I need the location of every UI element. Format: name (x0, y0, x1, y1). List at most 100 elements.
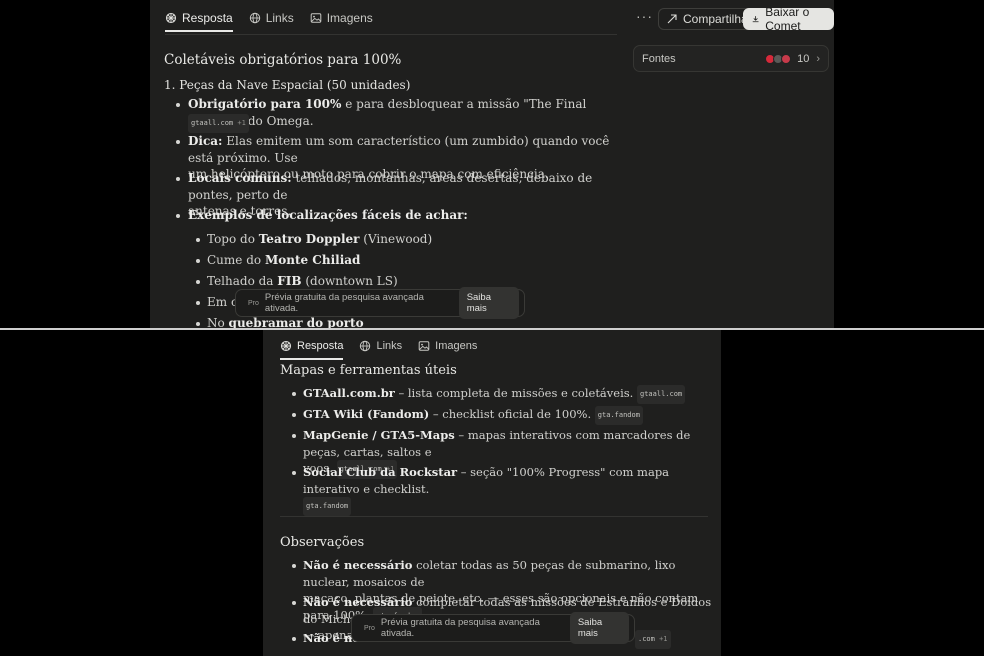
bottom-panel: Resposta Links Imagens Mapas e ferrament… (263, 330, 721, 656)
list-item-strong: Locais comuns: (188, 171, 292, 185)
tab-bar: Resposta Links Imagens (165, 11, 373, 32)
tab-label: Resposta (182, 11, 233, 25)
download-label: Baixar o Comet (765, 5, 810, 33)
sub-item-text: Cume do (207, 253, 265, 267)
list-item-strong: Exemplos de localizações fáceis de achar… (188, 208, 468, 222)
pro-badge: Pro (248, 299, 259, 307)
section-heading: Observações (280, 535, 365, 550)
sub-item-strong: Teatro Doppler (258, 232, 360, 246)
tab-links[interactable]: Links (249, 11, 294, 25)
section-heading: Mapas e ferramentas úteis (280, 363, 457, 378)
sub-item-text: Topo do (207, 232, 259, 246)
bullet (292, 637, 296, 641)
list-item-strong: Não é necessário (303, 558, 413, 572)
bullet (196, 259, 200, 263)
tab-bar: Resposta Links Imagens (280, 339, 477, 360)
list-item: GTAall.com.br – lista completa de missõe… (303, 385, 721, 404)
divider (165, 34, 617, 35)
list-item: Social Club da Rockstar – seção "100% Pr… (303, 464, 721, 516)
share-label: Compartilhar (683, 12, 752, 26)
sub-item-strong: Monte Chiliad (264, 253, 361, 267)
list-item-strong: Dica: (188, 134, 223, 148)
sub-item-text: (Vinewood) (359, 232, 433, 246)
divider (280, 516, 708, 517)
list-item: GTA Wiki (Fandom) – checklist oficial de… (303, 406, 721, 425)
image-icon (310, 13, 322, 23)
sources-button[interactable]: Fontes 10 › (633, 45, 829, 72)
tab-label: Resposta (297, 340, 344, 352)
bullet (196, 238, 200, 242)
sub-list-item: Telhado da FIB (downtown LS) (207, 273, 398, 290)
pro-preview-toast: Pro Prévia gratuita da pesquisa avançada… (351, 612, 635, 644)
bullet (292, 471, 296, 475)
tab-links[interactable]: Links (359, 339, 402, 353)
list-item-text: – checklist oficial de 100%. (429, 407, 592, 421)
citation-chip[interactable]: gtaall.com (637, 385, 686, 404)
bullet (196, 322, 200, 326)
tab-label: Links (376, 340, 403, 352)
bullet (196, 280, 200, 284)
sparkle-icon (165, 12, 177, 24)
tab-resposta[interactable]: Resposta (165, 11, 233, 32)
top-panel: Resposta Links Imagens ··· Compartilhar … (150, 0, 834, 328)
chip-site: .com (638, 635, 655, 643)
sub-list-item: Topo do Teatro Doppler (Vinewood) (207, 231, 432, 248)
toast-text: Prévia gratuita da pesquisa avançada ati… (380, 617, 540, 639)
chevron-right-icon: › (816, 52, 820, 65)
sub-list-item: Cume do Monte Chiliad (207, 252, 360, 269)
sources-count: 10 (797, 52, 810, 65)
citation-chip[interactable]: gta.fandom (303, 497, 352, 516)
tab-imagens[interactable]: Imagens (418, 339, 477, 353)
tab-imagens[interactable]: Imagens (310, 11, 373, 25)
bullet (176, 214, 180, 218)
source-favicon-icon (781, 53, 792, 64)
bullet (196, 301, 200, 305)
download-icon (752, 16, 759, 23)
sub-item-text: (downtown LS) (301, 274, 398, 288)
tab-label: Imagens (435, 340, 478, 352)
citation-chip[interactable]: .com +1 (635, 630, 671, 649)
bullet (176, 177, 180, 181)
bullet (292, 413, 296, 417)
sub-item-strong: FIB (277, 274, 302, 288)
sources-label: Fontes (642, 52, 676, 65)
share-icon (667, 14, 677, 24)
sparkle-icon (280, 340, 292, 352)
image-icon (418, 341, 430, 351)
list-item-strong: MapGenie / GTA5-Maps (303, 428, 455, 442)
sub-item-text: No (207, 316, 229, 328)
chip-plus: +1 (237, 119, 246, 127)
chip-plus: +1 (659, 635, 668, 643)
bullet (292, 392, 296, 396)
citation-chip[interactable]: gta.fandom (594, 406, 643, 425)
bullet (292, 564, 296, 568)
list-item-strong: Não é necessário (303, 595, 413, 609)
list-item: Exemplos de localizações fáceis de achar… (188, 207, 468, 224)
tab-resposta[interactable]: Resposta (280, 339, 344, 360)
list-item-strong: Obrigatório para 100% (188, 97, 342, 111)
more-menu-icon[interactable]: ··· (636, 8, 653, 24)
citation-chip[interactable]: gtaall.com +1 (188, 114, 249, 133)
subsection-title: 1. Peças da Nave Espacial (50 unidades) (164, 78, 411, 92)
download-comet-button[interactable]: Baixar o Comet (743, 5, 834, 33)
source-favicons (765, 53, 792, 64)
list-item-strong: GTA Wiki (Fandom) (303, 407, 430, 421)
list-item: Obrigatório para 100% e para desbloquear… (188, 96, 618, 129)
list-item-text: – lista completa de missões e coletáveis… (394, 386, 634, 400)
section-heading: Coletáveis obrigatórios para 100% (164, 52, 402, 68)
sub-item-strong: quebramar do porto (228, 316, 364, 328)
learn-more-button[interactable]: Saiba mais (569, 612, 629, 644)
list-item-strong: GTAall.com.br (303, 386, 395, 400)
pro-preview-toast: Pro Prévia gratuita da pesquisa avançada… (235, 287, 525, 319)
bullet (176, 140, 180, 144)
list-item-text: Elas emitem um som característico (um zu… (188, 134, 610, 165)
learn-more-button[interactable]: Saiba mais (458, 287, 519, 319)
globe-icon (249, 12, 260, 24)
chip-site: gtaall.com (191, 119, 234, 127)
bullet (292, 601, 296, 605)
bullet (176, 103, 180, 107)
tab-label: Imagens (326, 11, 373, 25)
toast-text: Prévia gratuita da pesquisa avançada ati… (264, 292, 424, 314)
bullet (292, 434, 296, 438)
sub-item-text: Telhado da (207, 274, 278, 288)
